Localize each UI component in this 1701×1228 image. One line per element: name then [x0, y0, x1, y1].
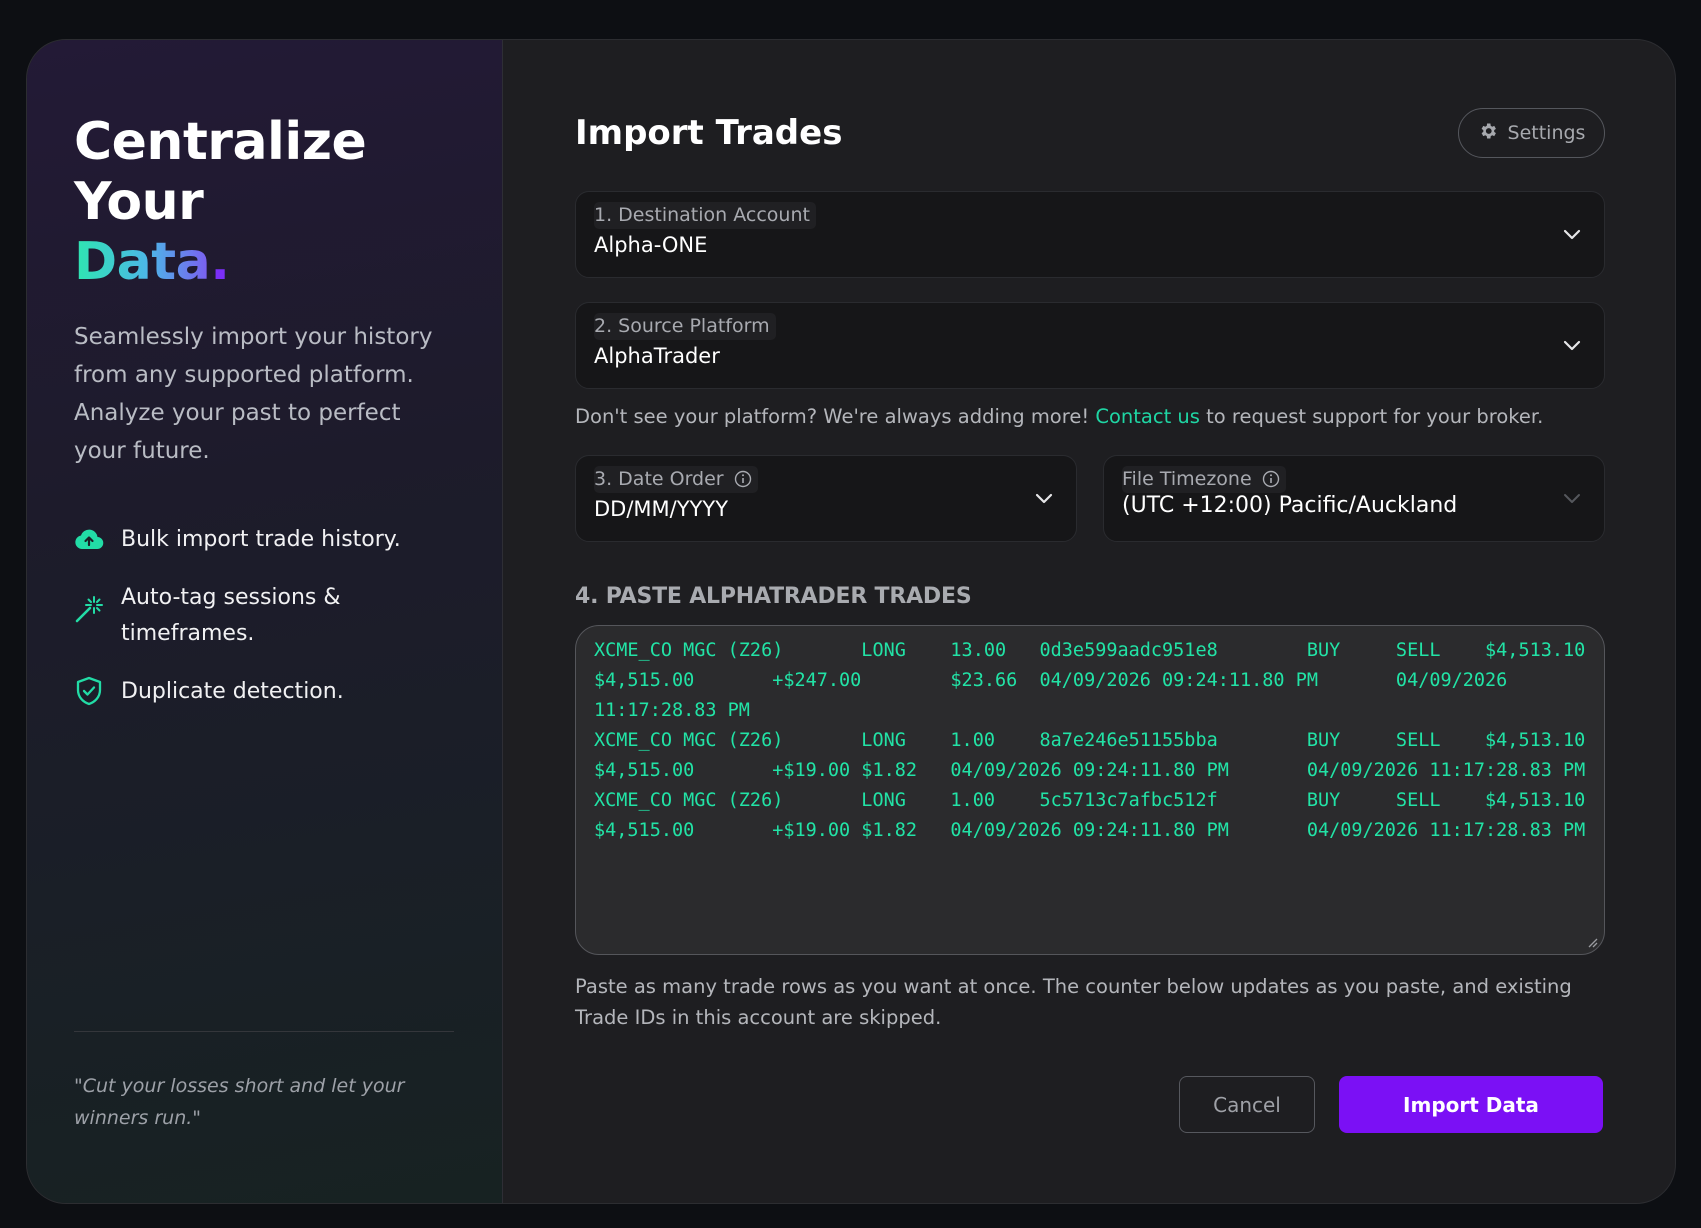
- magic-wand-icon: [74, 594, 104, 624]
- feature-text: Auto-tag sessions & timeframes.: [121, 585, 341, 646]
- resize-grip-icon[interactable]: [1586, 936, 1598, 948]
- contact-us-link[interactable]: Contact us: [1095, 405, 1200, 428]
- trades-paste-content: XCME_CO MGC (Z26) LONG 13.00 0d3e599aadc…: [594, 640, 1586, 841]
- paste-help-text: Paste as many trade rows as you want at …: [575, 975, 1572, 1029]
- chevron-down-icon: [1035, 493, 1053, 503]
- page-title: Import Trades: [575, 113, 843, 153]
- trades-paste-textarea[interactable]: XCME_CO MGC (Z26) LONG 13.00 0d3e599aadc…: [575, 625, 1605, 955]
- file-timezone-label: File Timezone: [1122, 466, 1286, 493]
- feature-text: Duplicate detection.: [121, 679, 344, 704]
- form-header: Import Trades Settings: [575, 108, 1605, 158]
- source-platform-value: AlphaTrader: [594, 344, 720, 368]
- chevron-down-icon: [1564, 493, 1580, 503]
- file-timezone-label-text: File Timezone: [1122, 468, 1252, 490]
- shield-check-icon: [74, 676, 104, 706]
- date-settings-row: 3. Date Order DD/MM/YYYY File Timezone (…: [575, 455, 1605, 542]
- form-actions: Cancel Import Data: [1179, 1076, 1603, 1133]
- feature-item: Duplicate detection.: [74, 674, 454, 710]
- hero-title: Centralize Your Data.: [74, 112, 454, 292]
- file-timezone-value: (UTC +12:00) Pacific/Auckland: [1122, 493, 1458, 518]
- chevron-down-icon: [1563, 229, 1581, 239]
- date-order-select[interactable]: 3. Date Order DD/MM/YYYY: [575, 455, 1077, 542]
- import-form: Import Trades Settings 1. Destination Ac…: [503, 40, 1675, 1203]
- destination-account-value: Alpha-ONE: [594, 233, 708, 257]
- date-order-label: 3. Date Order: [594, 466, 758, 493]
- quote-text: "Cut your losses short and let your winn…: [74, 1075, 405, 1129]
- feature-text: Bulk import trade history.: [121, 527, 401, 552]
- hero-title-dot: .: [210, 232, 230, 292]
- source-platform-select[interactable]: 2. Source Platform AlphaTrader: [575, 302, 1605, 389]
- paste-section-title: 4. PASTE ALPHATRADER TRADES: [575, 584, 972, 609]
- chevron-down-icon: [1563, 340, 1581, 350]
- feature-item: Auto-tag sessions & timeframes.: [74, 580, 454, 652]
- feature-list: Bulk import trade history. Auto-tag sess…: [74, 522, 454, 710]
- hint-text: Don't see your platform? We're always ad…: [575, 405, 1096, 428]
- gear-icon: [1478, 121, 1498, 146]
- import-data-button[interactable]: Import Data: [1339, 1076, 1603, 1133]
- platform-hint: Don't see your platform? We're always ad…: [575, 405, 1605, 428]
- destination-account-select[interactable]: 1. Destination Account Alpha-ONE: [575, 191, 1605, 278]
- file-timezone-select[interactable]: File Timezone (UTC +12:00) Pacific/Auckl…: [1103, 455, 1605, 542]
- hero-title-line: Centralize Your: [74, 112, 367, 232]
- info-panel: Centralize Your Data. Seamlessly import …: [27, 40, 503, 1203]
- source-platform-label: 2. Source Platform: [594, 313, 776, 340]
- feature-item: Bulk import trade history.: [74, 522, 454, 558]
- date-order-value: DD/MM/YYYY: [594, 497, 729, 521]
- hero-description: Seamlessly import your history from any …: [74, 324, 433, 464]
- settings-label: Settings: [1507, 122, 1586, 144]
- cancel-button[interactable]: Cancel: [1179, 1076, 1315, 1133]
- date-order-label-text: 3. Date Order: [594, 468, 724, 490]
- destination-account-label: 1. Destination Account: [594, 202, 816, 229]
- info-icon[interactable]: [1262, 470, 1280, 488]
- import-modal: Centralize Your Data. Seamlessly import …: [26, 39, 1676, 1204]
- settings-button[interactable]: Settings: [1458, 108, 1605, 158]
- hero-title-accent: Data: [74, 232, 211, 292]
- cloud-upload-icon: [74, 524, 104, 554]
- hint-text: to request support for your broker.: [1199, 405, 1544, 428]
- quote-divider: [74, 1031, 454, 1032]
- info-icon[interactable]: [734, 470, 752, 488]
